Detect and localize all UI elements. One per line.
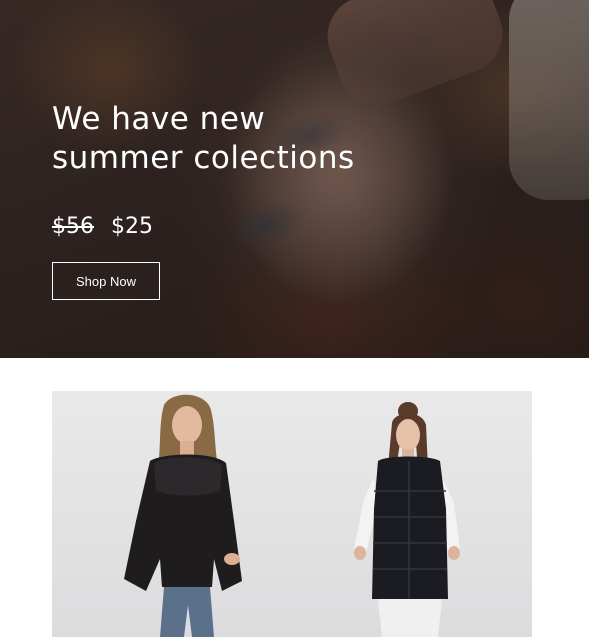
hero-title-line-1: We have new (52, 101, 266, 137)
price-row: $56 $25 (52, 211, 153, 241)
hero-title: We have new summer colections (52, 100, 412, 178)
hero-dark-overlay (0, 0, 589, 358)
hero-banner: We have new summer colections $56 $25 Sh… (0, 0, 589, 358)
model-black-blouse-image (124, 394, 242, 637)
shop-now-button[interactable]: Shop Now (52, 262, 160, 300)
old-price: $56 (52, 213, 94, 239)
model-black-vest-image (354, 402, 460, 637)
new-price: $25 (111, 213, 153, 239)
product-banner-image[interactable] (52, 391, 532, 637)
hero-title-line-2: summer colections (52, 140, 355, 176)
